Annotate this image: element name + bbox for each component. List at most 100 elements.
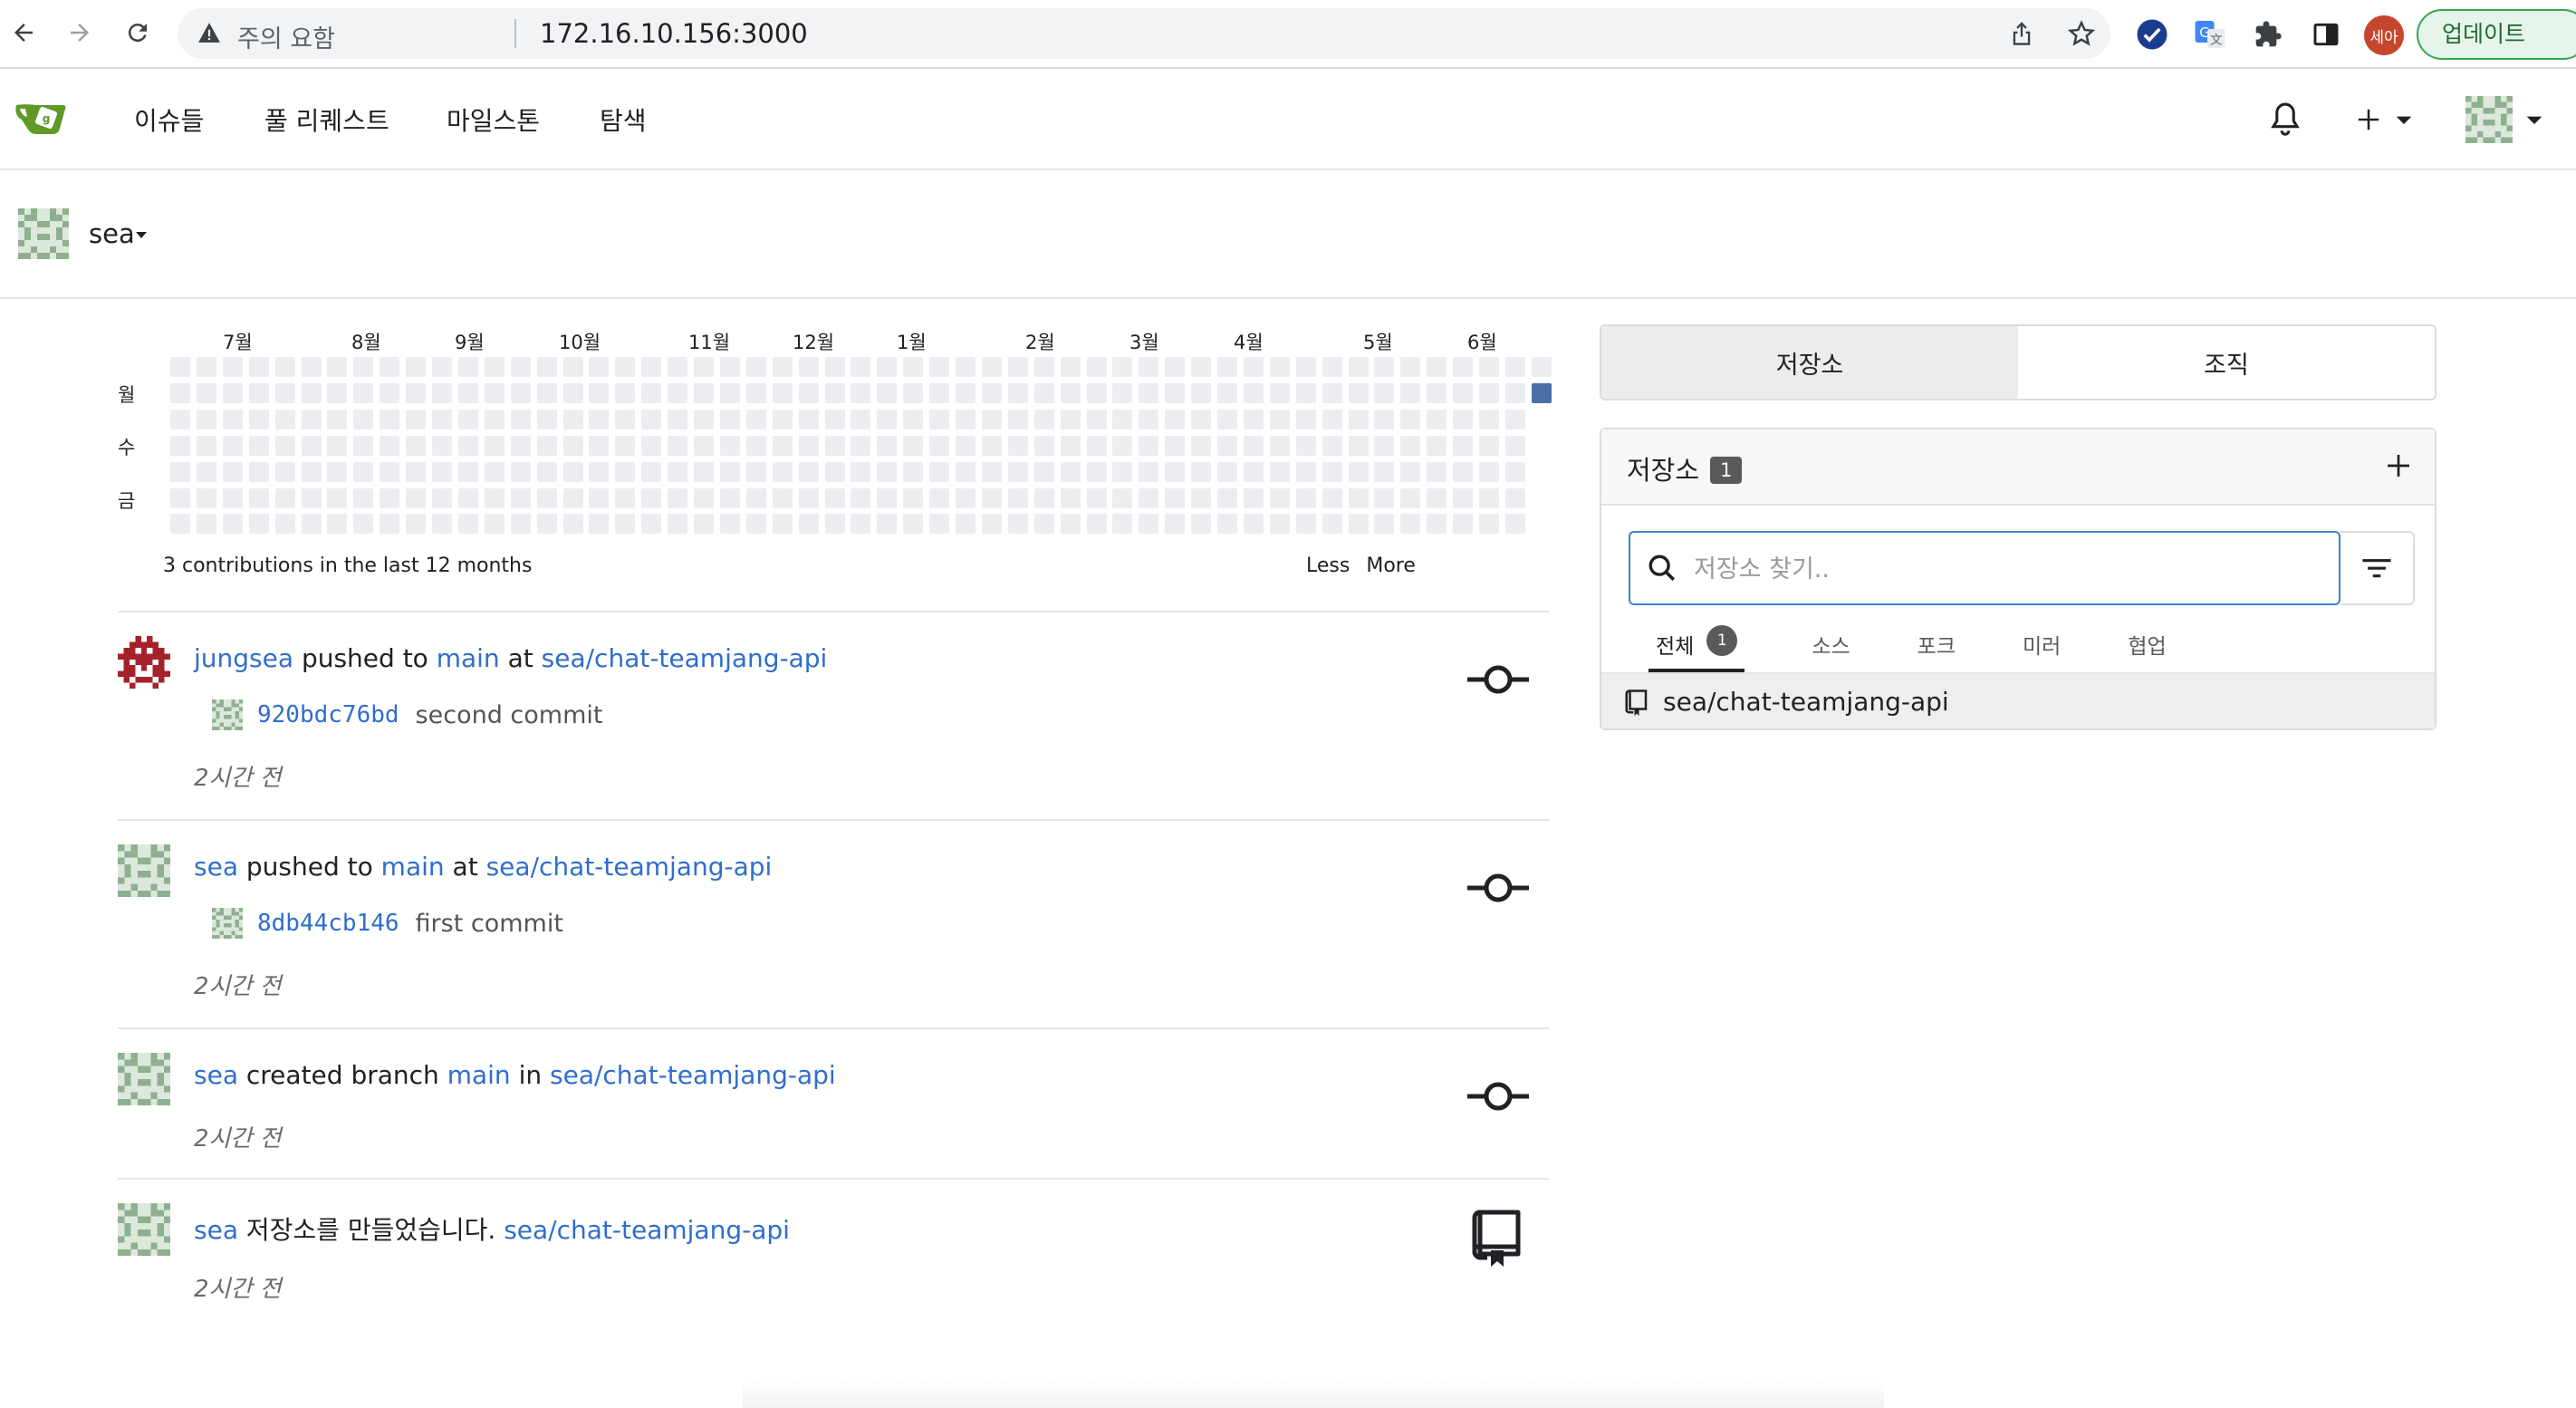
heatmap-day-cell — [248, 514, 269, 535]
context-username[interactable]: sea — [89, 218, 135, 249]
heatmap-day-cell — [301, 382, 322, 403]
heatmap-day-cell — [1531, 357, 1552, 377]
heatmap-month-label: 4월 — [1234, 332, 1264, 353]
forward-button[interactable] — [60, 13, 100, 53]
heatmap-day-cell — [1269, 382, 1290, 403]
reload-button[interactable] — [118, 13, 158, 53]
bookmark-star-icon[interactable] — [2067, 19, 2096, 48]
branch-link[interactable]: main — [437, 643, 500, 673]
nav-milestones[interactable]: 마일스톤 — [447, 101, 540, 138]
heatmap-day-cell — [615, 435, 636, 456]
filter-tab-sources[interactable]: 소스 — [1812, 622, 1850, 672]
heatmap-day-cell — [562, 487, 583, 508]
gitea-logo-icon[interactable]: g — [13, 92, 71, 143]
heatmap-day-cell — [981, 514, 1002, 535]
repo-filter-button[interactable] — [2341, 531, 2415, 605]
translate-extension-icon[interactable]: G文 — [2192, 16, 2228, 53]
commit-sha-link[interactable]: 920bdc76bd — [257, 701, 399, 728]
heatmap-day-cell — [694, 357, 714, 377]
heatmap-day-cell — [380, 435, 400, 456]
actor-avatar[interactable] — [118, 636, 170, 689]
heatmap-day-cell — [641, 487, 662, 508]
browser-update-button[interactable]: 업데이트 — [2417, 9, 2576, 60]
actor-link[interactable]: sea — [194, 1215, 238, 1245]
branch-link[interactable]: main — [381, 852, 445, 882]
nav-pull-requests[interactable]: 풀 리퀘스트 — [264, 101, 389, 138]
heatmap-day-cell — [929, 357, 950, 377]
actor-link[interactable]: sea — [194, 852, 238, 882]
heatmap-day-cell — [301, 435, 322, 456]
repo-link[interactable]: sea/chat-teamjang-api — [542, 643, 828, 673]
url-text[interactable]: 172.16.10.156:3000 — [540, 18, 808, 49]
puzzle-extensions-icon[interactable] — [2250, 16, 2286, 53]
caret-down-icon[interactable] — [136, 232, 147, 238]
security-warning-label[interactable]: 주의 요함 — [237, 19, 335, 54]
repo-search-box — [1629, 531, 2341, 605]
new-repo-plus-icon[interactable] — [2384, 451, 2413, 484]
actor-link[interactable]: sea — [194, 1060, 238, 1090]
heatmap-day-cell — [196, 514, 216, 535]
repo-link[interactable]: sea/chat-teamjang-api — [486, 852, 773, 882]
dashboard-context-bar: sea — [0, 170, 2576, 299]
context-user-avatar[interactable] — [18, 208, 69, 259]
repo-name-link[interactable]: sea/chat-teamjang-api — [1663, 687, 1949, 717]
heatmap-day-cell — [1007, 382, 1028, 403]
heatmap-day-cell — [1348, 357, 1369, 377]
heatmap-day-cell — [1191, 435, 1212, 456]
repo-link[interactable]: sea/chat-teamjang-api — [550, 1060, 836, 1090]
extension-check-icon[interactable] — [2134, 16, 2170, 53]
filter-tab-collaborative[interactable]: 협업 — [2128, 622, 2166, 672]
heatmap-day-cell — [562, 514, 583, 535]
user-menu-dropdown[interactable] — [2465, 96, 2543, 143]
repo-list-item[interactable]: sea/chat-teamjang-api — [1601, 672, 2435, 728]
filter-tab-all[interactable]: 전체 1 — [1648, 622, 1745, 672]
tab-organizations[interactable]: 조직 — [2018, 326, 2435, 399]
heatmap-day-cell — [1165, 487, 1186, 508]
address-bar[interactable]: 주의 요함 172.16.10.156:3000 — [178, 8, 2110, 59]
actor-avatar[interactable] — [118, 1203, 170, 1256]
heatmap-month-label: 9월 — [455, 332, 485, 353]
branch-link[interactable]: main — [447, 1060, 511, 1090]
notifications-bell-icon[interactable] — [2268, 100, 2302, 140]
heatmap-day-cell — [1243, 357, 1264, 377]
repo-link[interactable]: sea/chat-teamjang-api — [504, 1215, 790, 1245]
heatmap-day-cell — [222, 357, 243, 377]
committer-avatar-icon — [212, 699, 243, 730]
heatmap-day-cell — [353, 435, 374, 456]
heatmap-day-cell — [1400, 357, 1421, 377]
nav-issues[interactable]: 이슈들 — [134, 101, 204, 138]
heatmap-day-cell — [1191, 409, 1212, 429]
back-button[interactable] — [4, 13, 43, 53]
feed-timestamp: 2시간 전 — [194, 1276, 282, 1303]
commit-sha-link[interactable]: 8db44cb146 — [257, 910, 399, 937]
heatmap-day-cell — [536, 357, 557, 377]
repo-panel-header: 저장소 1 — [1601, 429, 2435, 506]
heatmap-day-cell — [510, 461, 531, 482]
repo-search-input[interactable] — [1694, 549, 2310, 589]
heatmap-day-cell — [851, 514, 871, 535]
heatmap-day-cell — [1479, 357, 1499, 377]
heatmap-day-cell — [851, 435, 871, 456]
heatmap-day-cell — [1086, 382, 1107, 403]
heatmap-day-cell — [1243, 382, 1264, 403]
create-new-dropdown[interactable] — [2355, 100, 2413, 140]
browser-profile-avatar[interactable]: 세아 — [2364, 15, 2404, 55]
heatmap-day-cell — [798, 435, 819, 456]
heatmap-day-cell — [1479, 435, 1499, 456]
heatmap-day-cell — [301, 357, 322, 377]
heatmap-day-cell — [1243, 487, 1264, 508]
share-icon[interactable] — [2007, 19, 2036, 48]
heatmap-day-cell — [248, 435, 269, 456]
heatmap-day-cell — [353, 461, 374, 482]
actor-avatar[interactable] — [118, 844, 170, 897]
actor-link[interactable]: jungsea — [194, 643, 293, 673]
side-panel-icon[interactable] — [2308, 16, 2344, 53]
tab-repositories[interactable]: 저장소 — [1601, 326, 2018, 399]
heatmap-day-cell — [406, 409, 427, 429]
filter-tab-forks[interactable]: 포크 — [1918, 622, 1956, 672]
nav-explore[interactable]: 탐색 — [600, 101, 647, 138]
heatmap-day-cell — [1217, 409, 1237, 429]
filter-tab-mirrors[interactable]: 미러 — [2023, 622, 2061, 672]
actor-avatar[interactable] — [118, 1053, 170, 1105]
heatmap-day-cell — [851, 487, 871, 508]
